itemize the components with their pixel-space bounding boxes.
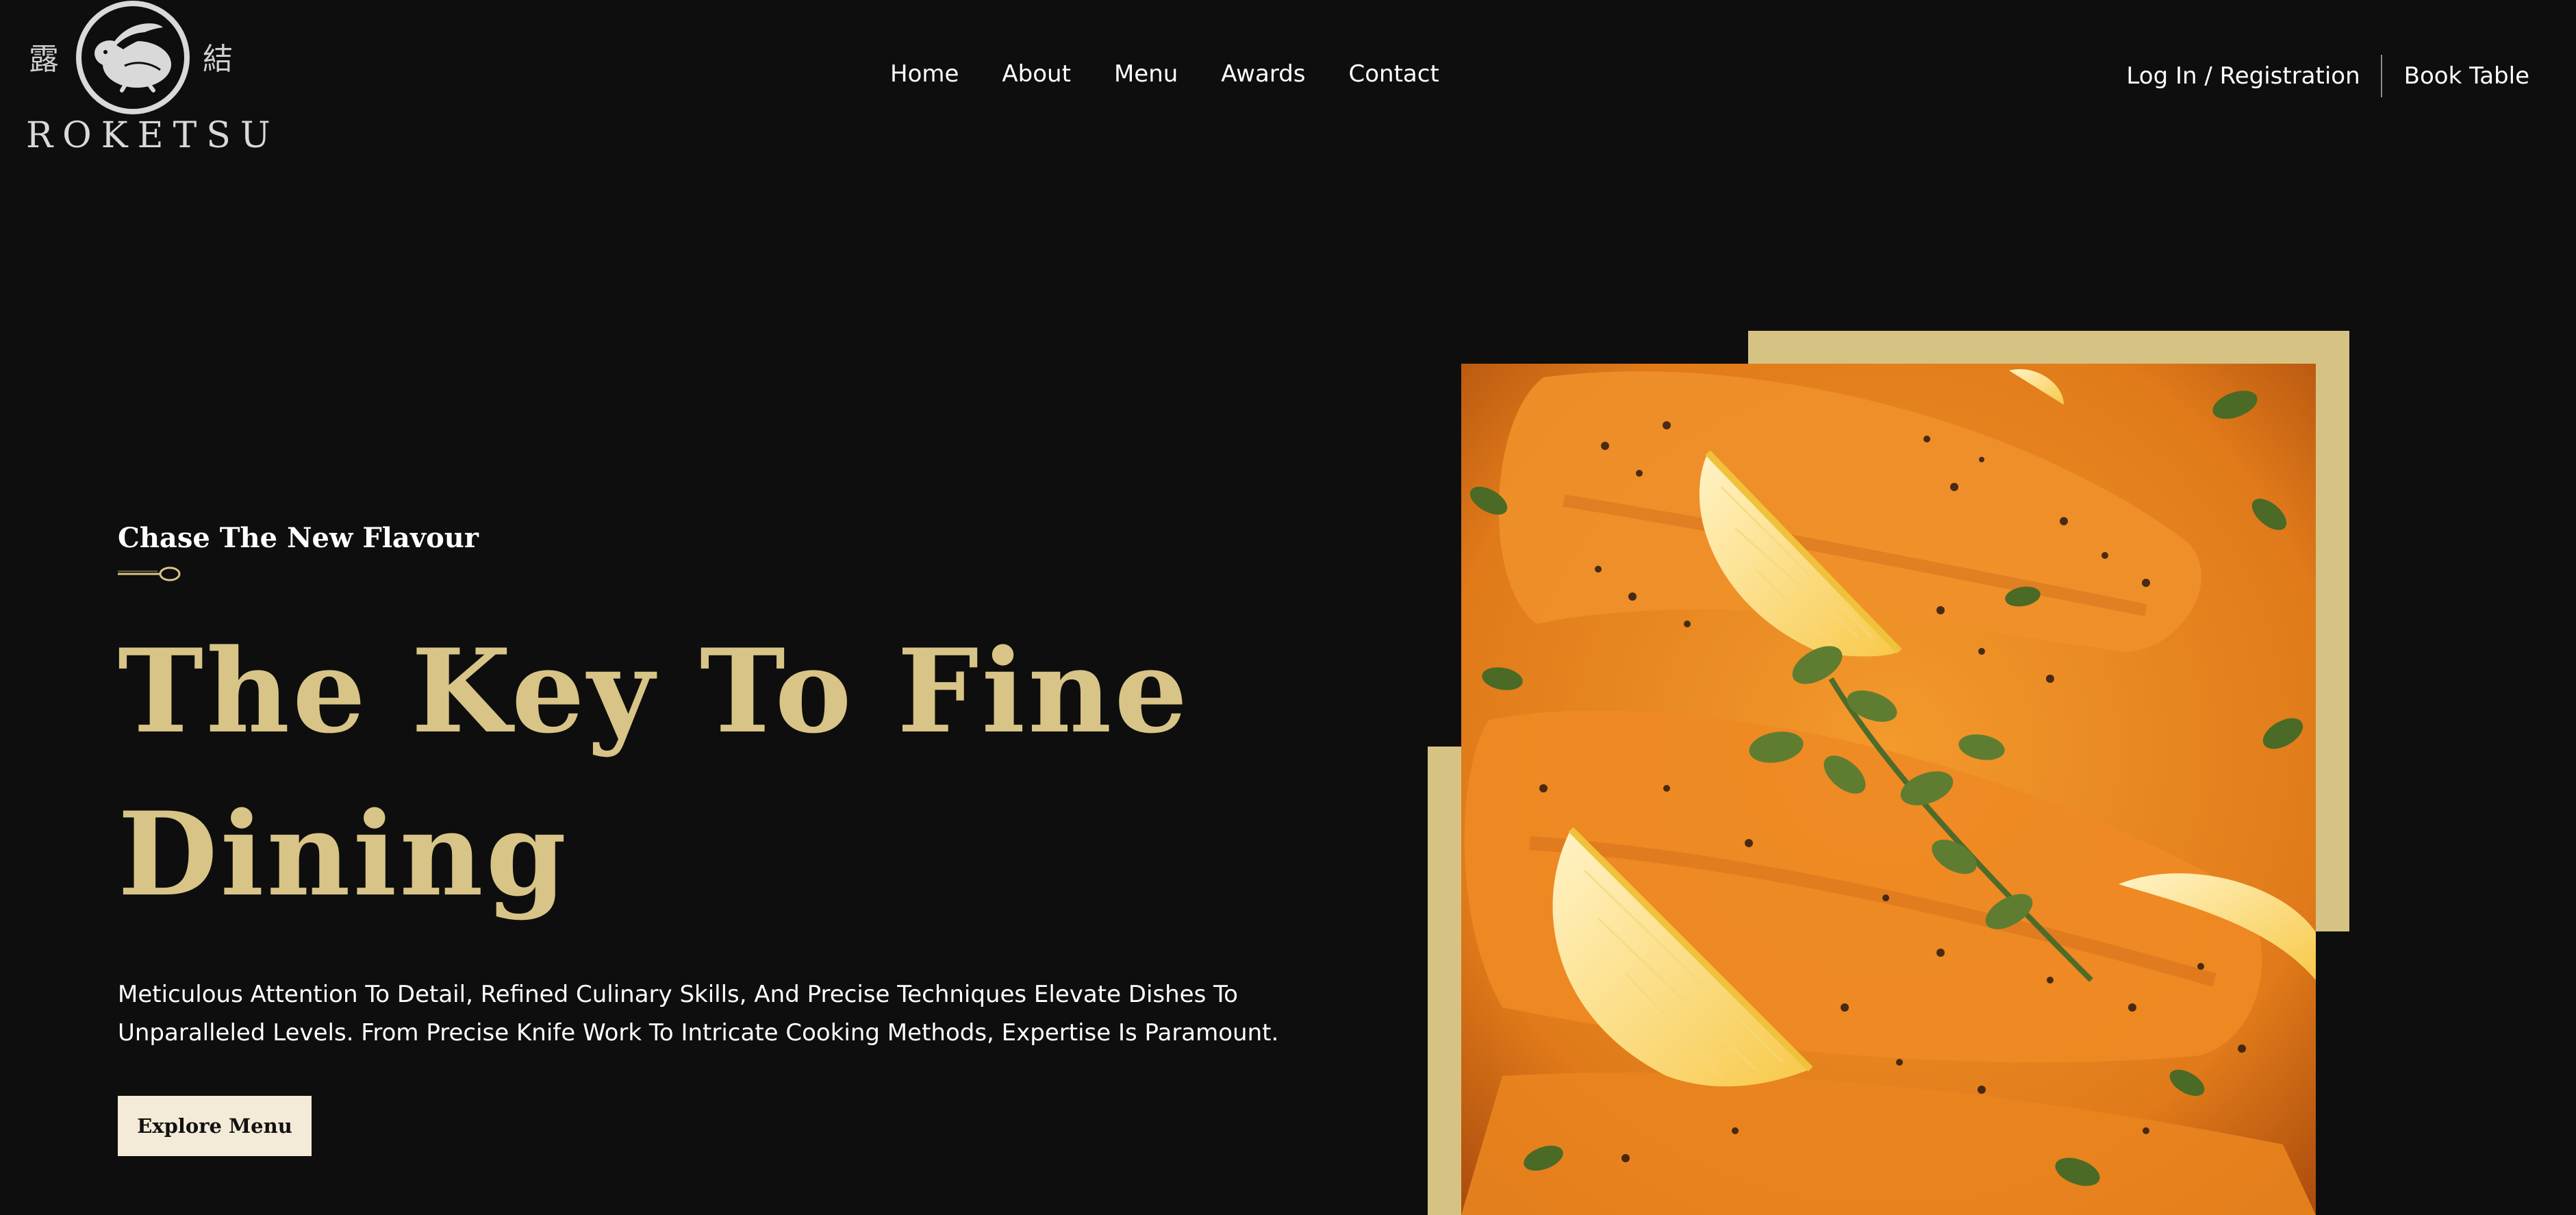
hero-description: Meticulous Attention To Detail, Refined … <box>118 981 1279 1047</box>
login-registration-link[interactable]: Log In / Registration <box>2126 62 2380 90</box>
explore-menu-button[interactable]: Explore Menu <box>118 1096 312 1156</box>
brand-wordmark: ROKETSU <box>26 115 280 156</box>
nav-contact[interactable]: Contact <box>1349 60 1439 88</box>
rabbit-emblem-icon <box>76 1 190 114</box>
logo-kanji-right: 結 <box>203 42 233 77</box>
nav-awards[interactable]: Awards <box>1221 60 1305 88</box>
hero-eyebrow: Chase The New Flavour <box>118 522 479 554</box>
main-nav: Home About Menu Awards Contact <box>890 60 1439 88</box>
logo-kanji-left: 露 <box>29 42 59 77</box>
spoon-icon <box>118 566 181 581</box>
nav-home[interactable]: Home <box>890 60 959 88</box>
brand-logo[interactable]: 露 結 ROKETSU <box>26 0 280 158</box>
hero-title: The Key To Fine Dining <box>118 623 1191 922</box>
nav-menu[interactable]: Menu <box>1114 60 1178 88</box>
header-actions: Log In / Registration Book Table <box>2126 55 2529 97</box>
book-table-link[interactable]: Book Table <box>2382 62 2529 90</box>
nav-about[interactable]: About <box>1002 60 1071 88</box>
hero-food-image <box>1461 364 2316 1215</box>
